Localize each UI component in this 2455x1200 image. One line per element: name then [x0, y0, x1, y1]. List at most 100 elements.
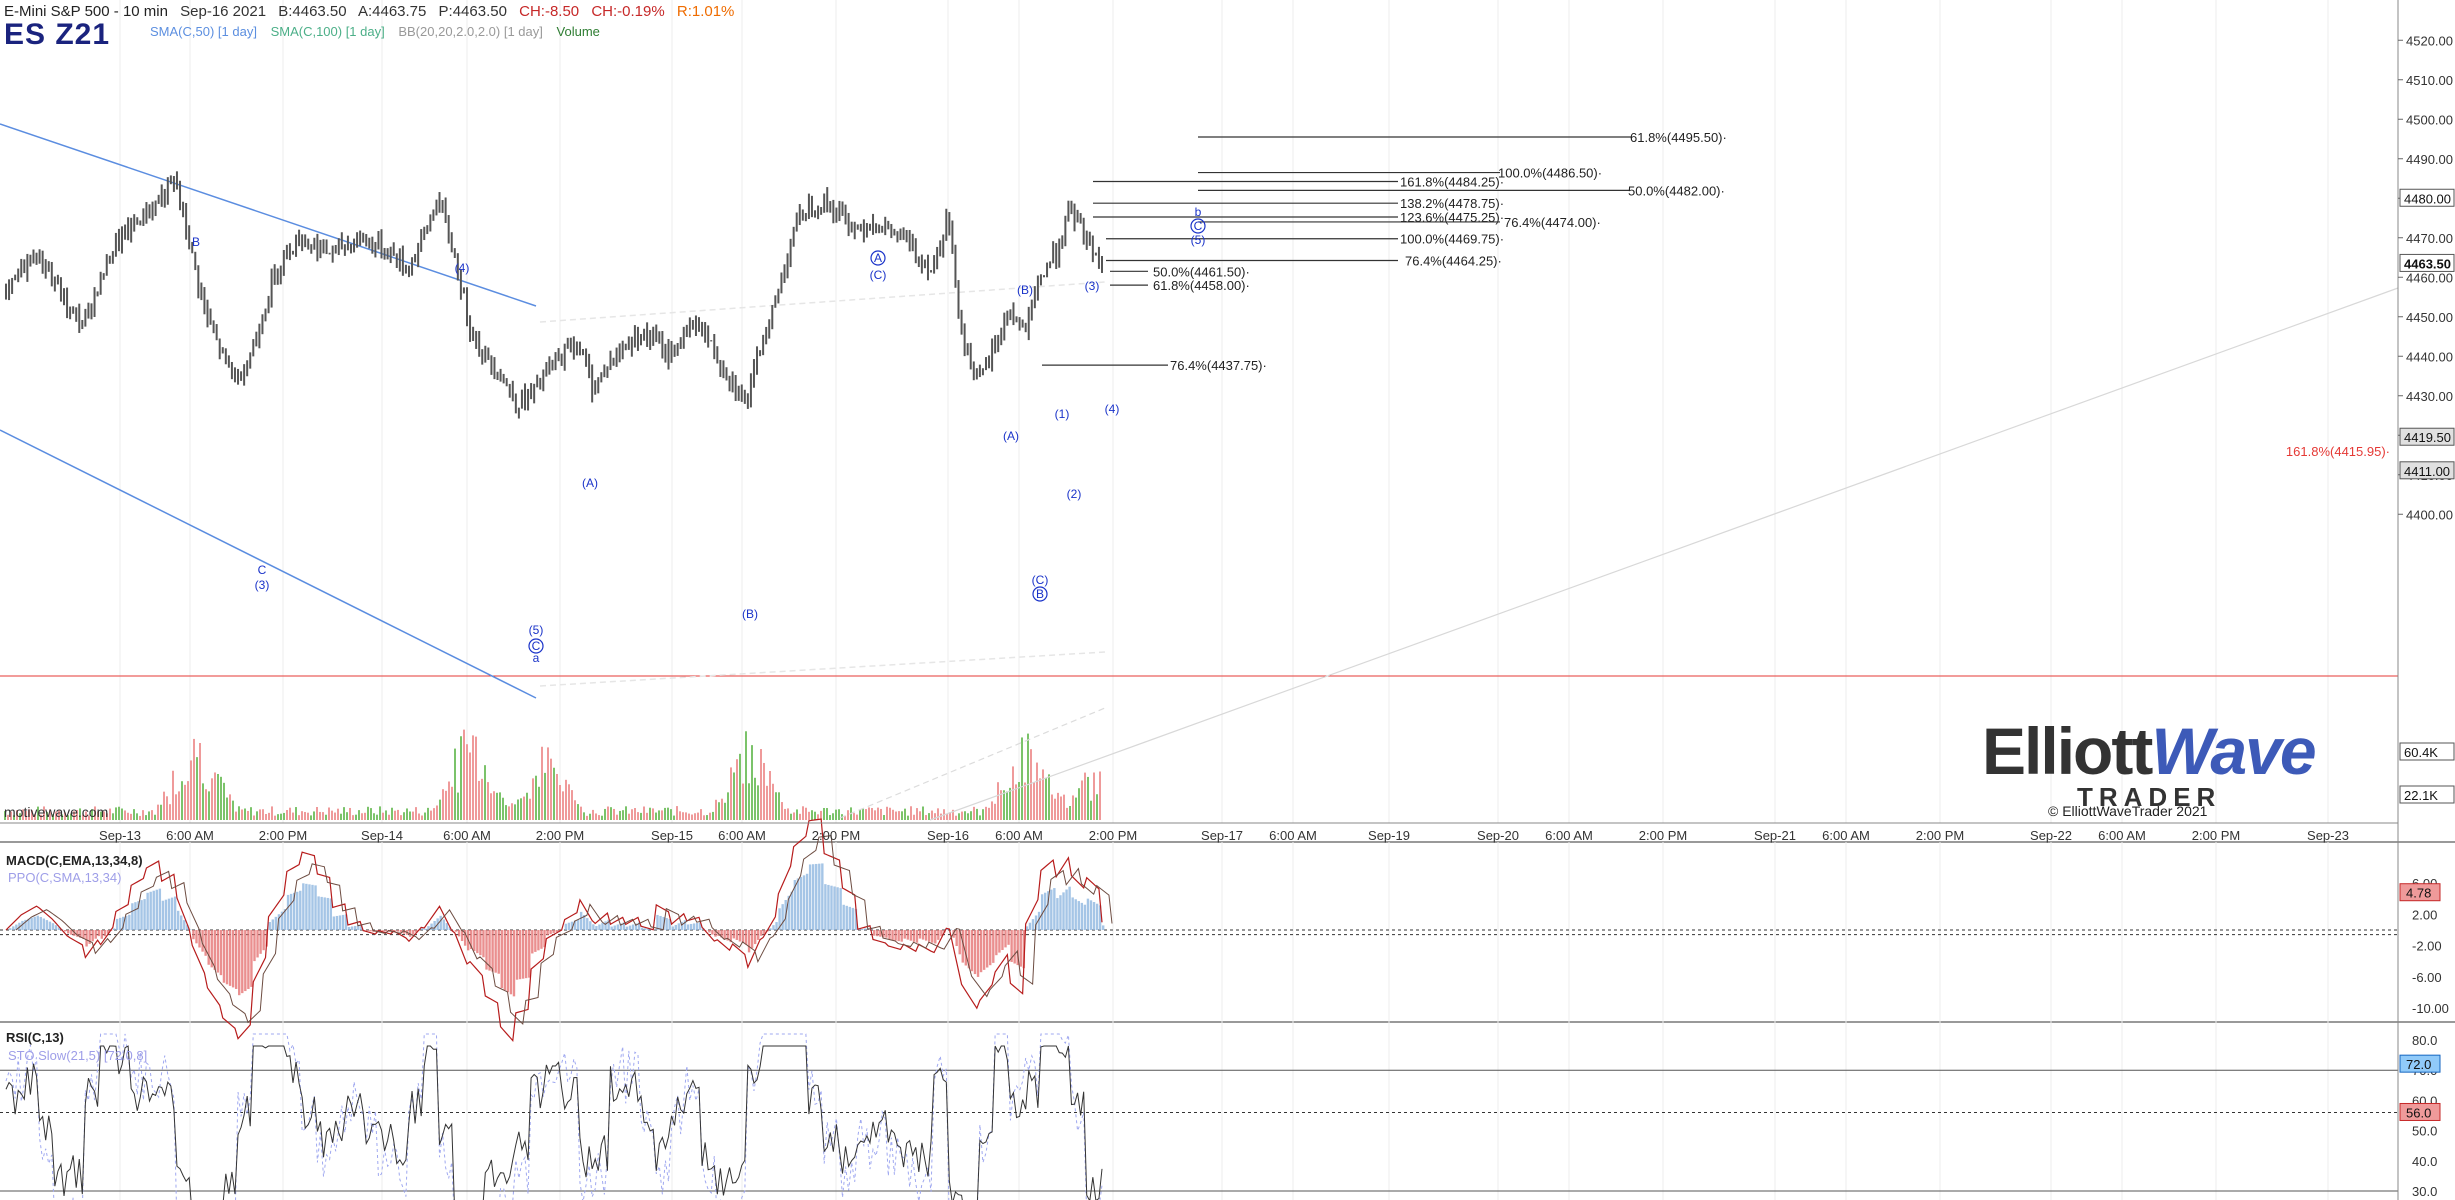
macd-histogram-bar — [134, 902, 137, 930]
volume-bar — [148, 811, 150, 820]
volume-bar — [628, 813, 630, 820]
volume-bar — [835, 809, 837, 820]
volume-bar — [436, 805, 438, 820]
macd-histogram-bar — [998, 930, 1001, 953]
macd-histogram-bar — [115, 918, 119, 930]
macd-histogram-bar — [811, 864, 815, 930]
volume-bar — [124, 810, 126, 820]
wave-label: (C) — [1032, 573, 1049, 587]
macd-histogram-bar — [442, 919, 445, 930]
macd-histogram-bar — [1031, 919, 1035, 930]
volume-bar — [970, 811, 972, 820]
volume-bar — [847, 810, 849, 820]
macd-histogram-bar — [173, 896, 177, 930]
trading-chart[interactable]: 61.8%(4495.50)·100.0%(4486.50)·161.8%(44… — [0, 0, 2455, 1200]
volume-bar — [679, 811, 681, 820]
macd-histogram-bar — [894, 930, 897, 941]
volume-bar — [346, 812, 348, 820]
volume-bar — [1048, 774, 1050, 820]
time-tick-label: 6:00 AM — [718, 828, 766, 843]
volume-bar — [571, 790, 573, 820]
volume-legend[interactable]: Volume — [557, 24, 600, 39]
logo-word-2: Wave — [2151, 714, 2316, 788]
macd-histogram-bar — [424, 928, 427, 930]
volume-bar — [793, 812, 795, 820]
macd-histogram-bar — [305, 883, 308, 930]
volume-bar — [460, 736, 462, 820]
volume-bar — [160, 804, 162, 820]
price-tag-label: 4480.00 — [2404, 191, 2451, 206]
macd-histogram-bar — [296, 891, 299, 930]
volume-bar — [658, 810, 660, 820]
macd-histogram-bar — [515, 930, 519, 980]
volume-bar — [1093, 772, 1095, 820]
macd-histogram-bar — [274, 916, 278, 930]
macd-histogram-bar — [830, 885, 833, 930]
volume-bar — [1081, 780, 1083, 820]
volume-bar — [583, 812, 585, 820]
volume-bar — [886, 806, 888, 820]
macd-histogram-bar — [595, 926, 598, 930]
volume-bar — [1069, 805, 1071, 820]
volume-bar — [967, 813, 969, 820]
volume-bar — [697, 812, 699, 820]
macd-histogram-bar — [1001, 930, 1004, 951]
sma50-legend[interactable]: SMA(C,50) [1 day] — [150, 24, 257, 39]
volume-bar — [208, 791, 210, 820]
volume-bar — [1063, 794, 1065, 820]
rsi-tick-label: 40.0 — [2412, 1154, 2437, 1169]
macd-histogram-bar — [918, 930, 922, 939]
macd-histogram-bar — [518, 930, 522, 980]
macd-histogram-bar — [338, 915, 342, 930]
fib-label: 138.2%(4478.75)· — [1400, 196, 1504, 211]
macd-histogram-bar — [915, 930, 919, 943]
macd-histogram-bar — [314, 885, 317, 930]
wave-label: (1) — [1055, 407, 1070, 421]
volume-bar — [394, 810, 396, 820]
sma100-legend[interactable]: SMA(C,100) [1 day] — [271, 24, 385, 39]
volume-bar — [169, 804, 171, 820]
volume-bar — [268, 812, 270, 820]
fib-label: 76.4%(4464.25)· — [1405, 253, 1502, 268]
volume-bar — [265, 813, 267, 820]
macd-histogram-bar — [985, 930, 989, 968]
volume-bar — [463, 729, 465, 820]
volume-bar — [991, 801, 993, 820]
macd-histogram-bar — [131, 903, 134, 930]
macd-histogram-bar — [604, 921, 607, 930]
macd-histogram-bar — [244, 930, 247, 992]
volume-bar — [151, 810, 153, 820]
volume-bar — [178, 791, 180, 820]
macd-histogram-bar — [955, 930, 958, 947]
macd-histogram-bar — [143, 899, 146, 930]
macd-histogram-bar — [454, 930, 458, 932]
volume-bar — [559, 784, 561, 820]
macd-histogram-bar — [860, 929, 864, 930]
macd-histogram-bar — [601, 922, 604, 930]
macd-histogram-bar — [873, 930, 876, 936]
volume-bar — [682, 812, 684, 820]
wave-label: (3) — [1085, 279, 1100, 293]
price-tick-label: 4440.00 — [2406, 349, 2453, 364]
price-tick-label: 4430.00 — [2406, 389, 2453, 404]
volume-bar — [349, 807, 351, 820]
bb-legend[interactable]: BB(20,20,2.0,2.0) [1 day] — [398, 24, 543, 39]
fib-label: 100.0%(4486.50)· — [1498, 166, 1602, 181]
volume-bar — [724, 802, 726, 820]
price-tick-label: 4490.00 — [2406, 152, 2453, 167]
macd-histogram-bar — [891, 930, 894, 941]
volume-bar — [403, 812, 405, 820]
volume-bar — [1036, 762, 1038, 820]
macd-histogram-bar — [1068, 886, 1071, 930]
macd-histogram-bar — [1043, 892, 1047, 930]
volume-bar — [430, 810, 432, 820]
volume-bar — [859, 809, 861, 820]
macd-histogram-bar — [888, 930, 891, 940]
time-tick-label: 6:00 AM — [2098, 828, 2146, 843]
volume-bar — [199, 742, 201, 820]
volume-bar — [643, 806, 645, 820]
volume-bar — [1027, 733, 1029, 820]
volume-bar — [880, 808, 882, 820]
wave-label: (3) — [255, 578, 270, 592]
macd-histogram-bar — [476, 930, 479, 954]
